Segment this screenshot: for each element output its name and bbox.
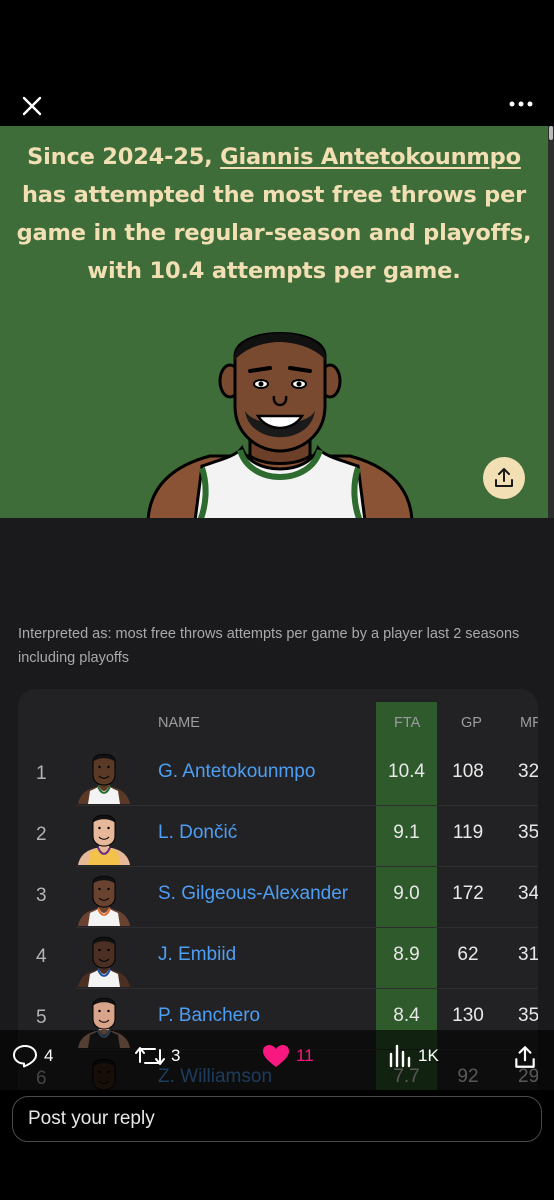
player-name-link[interactable]: S. Gilgeous-Alexander [158,883,348,905]
reply-input[interactable]: Post your reply [12,1096,542,1142]
views-chart-icon [389,1044,411,1068]
hero-headline: Since 2024-25, Giannis Antetokounmpo has… [14,138,534,290]
more-icon [509,101,533,107]
gp-value: 172 [452,883,484,904]
hero-text-after: has attempted the most free throws per g… [16,182,532,284]
table-row[interactable]: 1 G. Antetokounmpo 10.4 108 32. [18,745,538,806]
mp-value: 34. [518,883,538,904]
header-name[interactable]: NAME [158,715,200,731]
post-action-bar: 4 3 11 1K [0,1030,554,1090]
top-bar [0,0,554,126]
gp-value: 130 [452,1005,484,1026]
share-icon [495,468,513,487]
views-count: 1K [418,1046,439,1065]
reply-button[interactable]: 4 [12,1044,53,1068]
like-button[interactable]: 11 [262,1044,314,1068]
share-post-button[interactable] [512,1044,538,1070]
player-name-link[interactable]: G. Antetokounmpo [158,761,315,783]
reply-count: 4 [44,1046,54,1065]
fta-value: 9.0 [393,883,420,904]
player-name-link[interactable]: J. Embiid [158,944,236,966]
mp-value: 32. [518,761,538,782]
scrollbar[interactable] [548,126,554,518]
fta-value: 8.4 [393,1005,420,1026]
table-row[interactable]: 2 L. Dončić 9.1 119 35. [18,806,538,867]
interpreted-query-text: Interpreted as: most free throws attempt… [18,626,520,666]
player-name-link[interactable]: L. Dončić [158,822,237,844]
row-rank: 4 [36,946,47,967]
fta-value: 8.9 [393,944,420,965]
mp-value: 35. [518,1005,538,1026]
row-rank: 3 [36,885,47,906]
more-options-button[interactable] [508,96,534,112]
mp-value: 31. [518,944,538,965]
mp-value: 35. [518,822,538,843]
player-headshot [78,753,130,804]
player-illustration [146,332,414,518]
row-rank: 2 [36,824,47,845]
player-headshot [78,875,130,926]
hero-image: Since 2024-25, Giannis Antetokounmpo has… [0,126,548,518]
gp-value: 108 [452,761,484,782]
table-row[interactable]: 3 S. Gilgeous-Alexander 9.0 172 34. [18,867,538,928]
gp-value: 119 [452,822,484,843]
header-gp[interactable]: GP [461,715,482,731]
header-mp[interactable]: MP [520,715,538,731]
repost-button[interactable]: 3 [135,1044,180,1068]
player-headshot [78,814,130,865]
hero-player-link[interactable]: Giannis Antetokounmpo [220,144,521,170]
scrollbar-thumb[interactable] [549,126,553,140]
heart-icon [263,1045,289,1067]
table-row[interactable]: 4 J. Embiid 8.9 62 31. [18,928,538,989]
player-name-link[interactable]: P. Banchero [158,1005,260,1027]
close-button[interactable] [18,92,46,120]
row-rank: 5 [36,1007,47,1028]
repost-count: 3 [171,1046,181,1065]
fta-value: 10.4 [388,761,425,782]
image-share-button[interactable] [483,457,525,499]
like-count: 11 [296,1046,314,1065]
close-icon [22,96,42,116]
fta-value: 9.1 [393,822,420,843]
header-fta[interactable]: FTA [394,715,420,731]
gp-value: 62 [457,944,479,965]
hero-text-before: Since 2024-25, [27,144,221,170]
row-rank: 1 [36,763,47,784]
repost-icon [135,1047,165,1065]
share-icon [515,1046,535,1068]
player-headshot [78,936,130,987]
views-button[interactable]: 1K [388,1044,439,1068]
reply-area: Post your reply [0,1090,554,1200]
reply-icon [13,1045,37,1068]
